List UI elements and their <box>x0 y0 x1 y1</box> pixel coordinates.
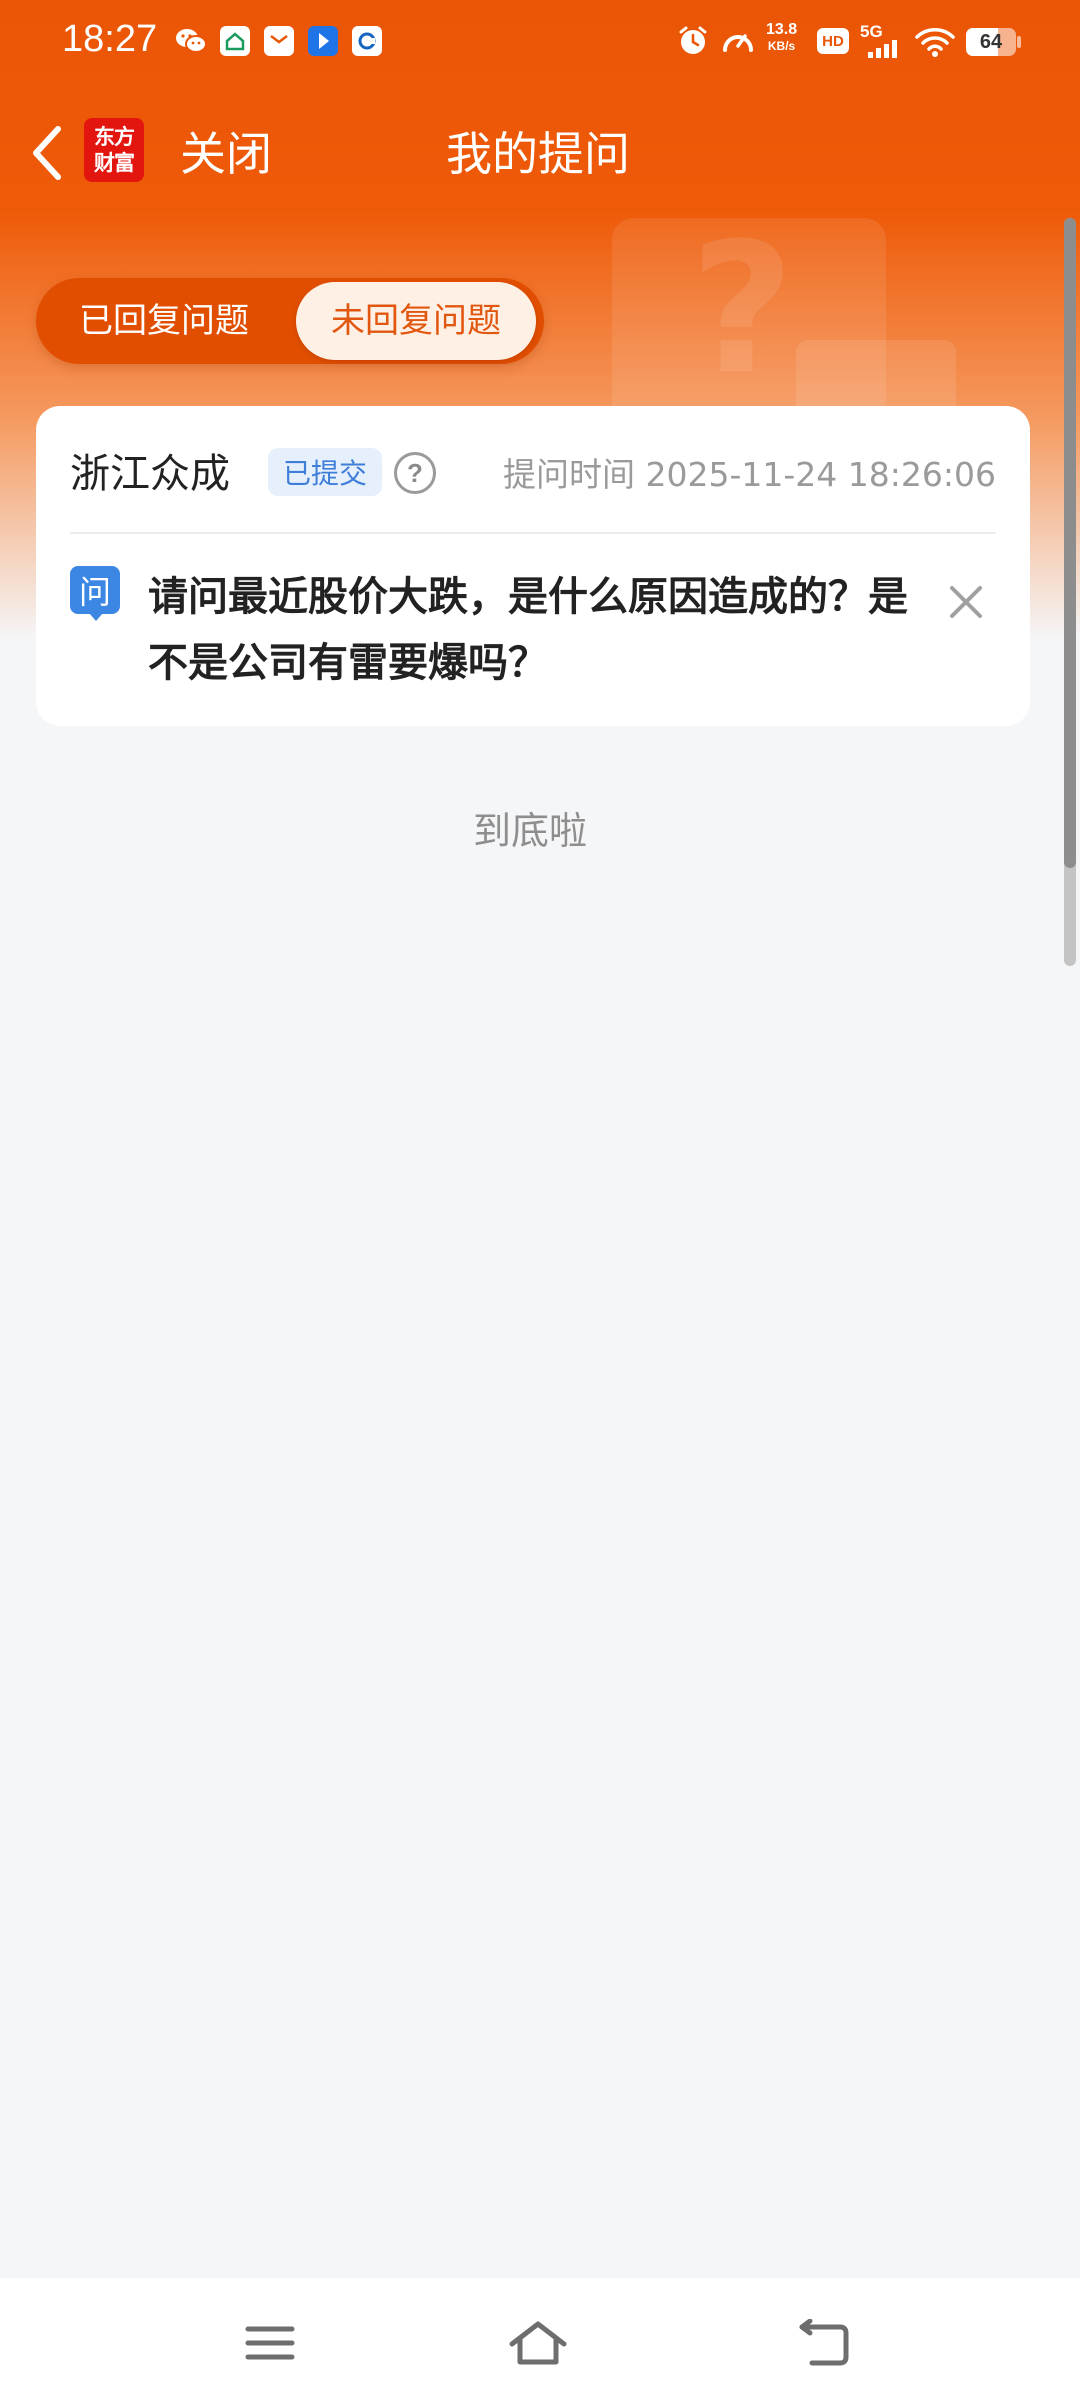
logo-text-line2: 财富 <box>94 150 135 175</box>
question-tabs: 已回复问题 未回复问题 <box>36 278 544 364</box>
wechat-icon <box>174 26 208 60</box>
home-button[interactable] <box>498 2308 578 2378</box>
net-speed-unit: KB/s <box>767 39 796 53</box>
wifi-icon <box>914 26 956 62</box>
home-icon <box>509 2321 567 2365</box>
logo-text-line1: 东方 <box>94 124 135 149</box>
network-type: 5G <box>860 22 883 41</box>
eastmoney-logo: 东方 财富 <box>84 118 144 182</box>
menu-icon <box>245 2326 295 2360</box>
question-mark-illustration: ? <box>690 205 795 414</box>
signal-icon <box>866 40 902 62</box>
alarm-icon <box>676 24 710 62</box>
close-icon <box>950 586 982 618</box>
delete-question-button[interactable] <box>940 576 992 628</box>
tab-replied[interactable]: 已回复问题 <box>36 278 292 364</box>
divider <box>70 532 996 534</box>
status-time: 18:27 <box>62 18 158 60</box>
list-end-text: 到底啦 <box>472 809 587 853</box>
battery-level: 64 <box>979 30 1003 53</box>
help-icon[interactable]: ? <box>394 452 436 494</box>
bookmark-app-icon <box>308 26 338 56</box>
status-badge: 已提交 <box>268 448 382 496</box>
close-button[interactable]: 关闭 <box>180 124 272 184</box>
system-navigation-bar <box>0 2278 1080 2408</box>
status-bar: 18:27 13.8 KB/s HD 5G 64 <box>0 0 1080 86</box>
question-text: 请问最近股价大跌，是什么原因造成的？是不是公司有雷要爆吗？ <box>148 574 908 686</box>
net-speed: 13.8 KB/s <box>766 22 797 54</box>
chevron-left-icon <box>33 126 61 180</box>
menu-button[interactable] <box>230 2308 310 2378</box>
scrollbar-thumb[interactable] <box>1064 218 1076 868</box>
battery-icon: 64 <box>966 28 1016 56</box>
mail-app-icon <box>264 26 294 56</box>
net-speed-value: 13.8 <box>766 21 798 38</box>
home-app-icon <box>220 26 250 56</box>
tab-unreplied[interactable]: 未回复问题 <box>296 282 536 360</box>
speedometer-icon <box>720 24 756 62</box>
question-icon: 问 <box>70 566 120 621</box>
back-arrow-icon <box>799 2319 849 2366</box>
question-card[interactable]: 浙江众成 已提交 ? 提问时间 2025-11-24 18:26:06 问 请问… <box>36 406 1030 726</box>
back-nav-button[interactable] <box>784 2308 864 2378</box>
back-button[interactable] <box>22 118 72 188</box>
browser-app-icon <box>352 26 382 56</box>
ask-time: 提问时间 2025-11-24 18:26:06 <box>503 455 996 494</box>
company-name: 浙江众成 <box>70 451 230 497</box>
hd-badge: HD <box>817 28 849 54</box>
battery-tip <box>1017 36 1021 48</box>
